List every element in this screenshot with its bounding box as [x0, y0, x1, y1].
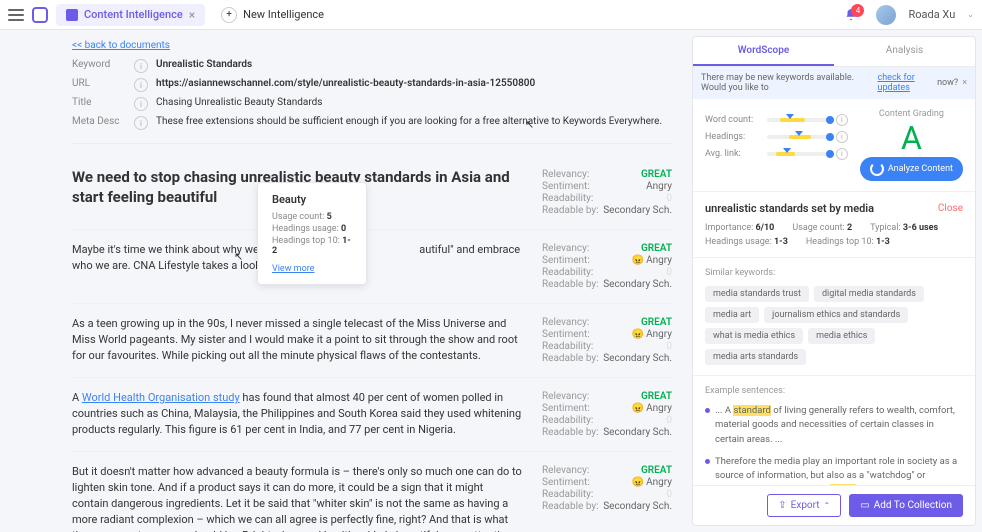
meta-label: Title [72, 97, 134, 108]
block-stats: Relevancy:GREAT Sentiment:Angry Readabil… [542, 168, 672, 217]
close-tab-icon[interactable]: × [189, 8, 195, 22]
keyword-detail: unrealistic standards set by media Close… [693, 192, 975, 258]
info-icon[interactable]: i [134, 97, 148, 111]
wordscope-panel: WordScope Analysis There may be new keyw… [692, 36, 976, 526]
tab-analysis[interactable]: Analysis [834, 37, 975, 66]
keyword-chip[interactable]: media standards trust [705, 286, 809, 302]
tab-content-intelligence[interactable]: Content Intelligence × [56, 4, 205, 26]
keyword-chip[interactable]: what is media ethics [705, 328, 803, 344]
block-text[interactable]: But it doesn't matter how advanced a bea… [72, 464, 522, 532]
block-text[interactable]: A World Health Organisation study has fo… [72, 390, 522, 439]
menu-icon[interactable] [8, 9, 24, 21]
analyze-button[interactable]: Analyze Content [860, 157, 963, 181]
keyword-stats: Importance: 6/10 Usage count: 2 Typical:… [705, 223, 963, 247]
avatar[interactable] [876, 5, 896, 25]
content-block: But it doesn't matter how advanced a bea… [72, 452, 672, 532]
wordcount-slider[interactable] [767, 118, 830, 122]
block-stats: Relevancy:GREAT Sentiment:😠Angry Readabi… [542, 242, 672, 291]
info-icon[interactable]: i [134, 78, 148, 92]
metric-label: Word count: [705, 115, 761, 125]
app-logo[interactable] [32, 7, 48, 23]
keyword-chip[interactable]: media ethics [808, 328, 875, 344]
meta-section: KeywordiUnrealistic Standards URLihttps:… [72, 59, 672, 144]
panel-footer: ⇪Export⌃ ▭Add To Collection [693, 485, 975, 525]
close-alert-icon[interactable]: × [962, 78, 967, 88]
headings-slider[interactable] [767, 135, 830, 139]
document-panel: << back to documents KeywordiUnrealistic… [0, 30, 692, 532]
notifications-icon[interactable]: 4 [844, 8, 858, 22]
similar-label: Similar keywords: [705, 268, 963, 278]
info-icon[interactable]: i [134, 116, 148, 130]
metric-label: Avg. link: [705, 149, 761, 159]
username: Roada Xu [908, 8, 955, 21]
avglink-slider[interactable] [767, 152, 830, 156]
grade-value: A [860, 119, 963, 157]
meta-label: Meta Desc [72, 116, 134, 127]
content-block: Maybe it's time we think about why we fr… [72, 230, 672, 304]
meta-desc: These free extensions should be sufficie… [156, 116, 672, 127]
keyword-chip[interactable]: digital media standards [814, 286, 924, 302]
content-block: A World Health Organisation study has fo… [72, 378, 672, 452]
metric-label: Headings: [705, 132, 761, 142]
content-block: We need to stop chasing unrealistic beau… [72, 156, 672, 230]
info-icon[interactable]: i [836, 148, 848, 160]
info-icon[interactable]: i [836, 131, 848, 143]
block-stats: Relevancy:GREAT Sentiment:😠Angry Readabi… [542, 390, 672, 439]
document-body: We need to stop chasing unrealistic beau… [72, 156, 672, 532]
block-stats: Relevancy:GREAT Sentiment:😠Angry Readabi… [542, 464, 672, 532]
top-bar: Content Intelligence × New Intelligence … [0, 0, 982, 30]
tab-icon [66, 9, 78, 21]
block-stats: Relevancy:GREAT Sentiment:😠Angry Readabi… [542, 316, 672, 365]
check-updates-link[interactable]: check for updates [878, 73, 934, 93]
add-collection-button[interactable]: ▭Add To Collection [849, 494, 963, 517]
info-icon[interactable]: i [836, 114, 848, 126]
notif-badge: 4 [851, 4, 864, 17]
keyword-tooltip: BeautyUsage count: 5Headings usage: 0Hea… [257, 182, 367, 285]
examples-label: Example sentences: [705, 386, 963, 396]
keyword-chip[interactable]: media art [705, 307, 759, 323]
content-block: As a teen growing up in the 90s, I never… [72, 304, 672, 378]
new-intelligence-button[interactable]: New Intelligence [213, 3, 332, 27]
meta-title: Chasing Unrealistic Beauty Standards [156, 97, 672, 108]
tab-label: Content Intelligence [84, 8, 183, 21]
example-item: Therefore the media play an important ro… [705, 455, 963, 485]
keyword-chip[interactable]: media arts standards [705, 349, 806, 365]
keyword-title: unrealistic standards set by media [705, 202, 874, 215]
block-text[interactable]: As a teen growing up in the 90s, I never… [72, 316, 522, 365]
meta-label: URL [72, 78, 134, 89]
update-alert: There may be new keywords available. Wou… [693, 67, 975, 99]
example-item: ... A standard of living generally refer… [705, 404, 963, 447]
keyword-chip[interactable]: journalism ethics and standards [764, 307, 908, 323]
tab-wordscope[interactable]: WordScope [693, 37, 834, 66]
close-keyword-button[interactable]: Close [938, 203, 963, 214]
similar-keywords: Similar keywords: media standards trust d… [693, 258, 975, 376]
metrics-section: Word count: i Headings: i Avg. link: i Cont… [693, 99, 975, 192]
info-icon[interactable]: i [134, 59, 148, 73]
meta-label: Keyword [72, 59, 134, 70]
right-tabs: WordScope Analysis [693, 37, 975, 67]
grading-label: Content Grading [860, 109, 963, 119]
example-sentences: Example sentences: ... A standard of liv… [693, 376, 975, 485]
export-button[interactable]: ⇪Export⌃ [767, 494, 841, 517]
view-more-link[interactable]: View more [272, 264, 314, 274]
chevron-down-icon[interactable]: ⌄ [967, 10, 974, 19]
back-link[interactable]: << back to documents [72, 40, 170, 51]
meta-keyword: Unrealistic Standards [156, 59, 672, 70]
meta-url: https://asiannewschannel.com/style/unrea… [156, 78, 672, 89]
